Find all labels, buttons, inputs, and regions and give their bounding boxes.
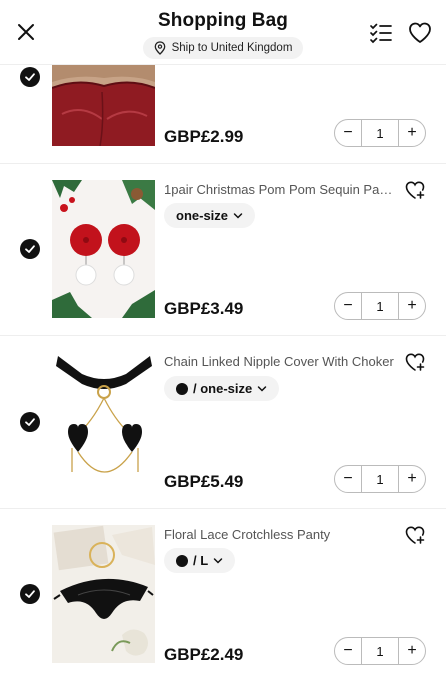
price: GBP£5.49 <box>164 472 244 491</box>
cart-item: 1pair Christmas Pom Pom Sequin Pasties o… <box>0 163 446 336</box>
decrease-quantity-button[interactable]: − <box>335 120 361 146</box>
cart-item: Chain Linked Nipple Cover With Choker / … <box>0 335 446 509</box>
add-to-wishlist-icon[interactable] <box>404 179 426 201</box>
increase-quantity-button[interactable]: + <box>399 466 425 492</box>
decrease-quantity-button[interactable]: − <box>335 466 361 492</box>
price: GBP£2.99 <box>164 127 244 146</box>
product-image[interactable] <box>52 525 155 663</box>
variant-label: / one-size <box>193 381 253 396</box>
checkmark-icon <box>25 245 35 253</box>
product-name[interactable]: Chain Linked Nipple Cover With Choker <box>164 354 396 369</box>
quantity-value[interactable]: 1 <box>361 638 399 664</box>
chevron-down-icon <box>233 212 243 219</box>
ship-to-selector[interactable]: Ship to United Kingdom <box>143 37 303 59</box>
increase-quantity-button[interactable]: + <box>399 120 425 146</box>
chevron-down-icon <box>258 385 267 392</box>
product-image[interactable] <box>52 352 155 490</box>
select-checkbox[interactable] <box>20 412 40 432</box>
chevron-down-icon <box>213 557 223 564</box>
quantity-stepper: − 1 + <box>334 465 426 493</box>
variant-selector[interactable]: / one-size <box>164 376 280 401</box>
cart-item: GBP£2.99 − 1 + <box>0 64 446 164</box>
cart-item: Floral Lace Crotchless Panty / L GBP£2.4… <box>0 508 446 680</box>
product-name[interactable]: Floral Lace Crotchless Panty <box>164 527 396 542</box>
increase-quantity-button[interactable]: + <box>399 638 425 664</box>
select-checkbox[interactable] <box>20 67 40 87</box>
location-pin-icon <box>154 41 165 55</box>
product-image[interactable] <box>52 64 155 146</box>
add-to-wishlist-icon[interactable] <box>404 351 426 373</box>
variant-selector[interactable]: / L <box>164 548 236 573</box>
product-name[interactable]: 1pair Christmas Pom Pom Sequin Pasties <box>164 182 396 197</box>
quantity-value[interactable]: 1 <box>361 466 399 492</box>
checkmark-icon <box>25 590 35 598</box>
select-checkbox[interactable] <box>20 584 40 604</box>
increase-quantity-button[interactable]: + <box>399 293 425 319</box>
wishlist-heart-icon[interactable] <box>407 20 433 46</box>
ship-to-label: Ship to United Kingdom <box>171 42 293 54</box>
variant-label: / L <box>193 553 209 568</box>
quantity-stepper: − 1 + <box>334 292 426 320</box>
variant-selector[interactable]: one-size <box>164 203 256 228</box>
price: GBP£2.49 <box>164 645 244 664</box>
add-to-wishlist-icon[interactable] <box>404 524 426 546</box>
product-image[interactable] <box>52 180 155 318</box>
decrease-quantity-button[interactable]: − <box>335 638 361 664</box>
color-swatch <box>176 554 188 567</box>
variant-label: one-size <box>176 208 229 223</box>
quantity-stepper: − 1 + <box>334 119 426 147</box>
checklist-icon[interactable] <box>368 20 394 46</box>
decrease-quantity-button[interactable]: − <box>335 293 361 319</box>
quantity-value[interactable]: 1 <box>361 293 399 319</box>
checkmark-icon <box>25 418 35 426</box>
quantity-stepper: − 1 + <box>334 637 426 665</box>
select-checkbox[interactable] <box>20 239 40 259</box>
checkmark-icon <box>25 73 35 81</box>
price: GBP£3.49 <box>164 299 244 318</box>
header: Shopping Bag Ship to United Kingdom <box>0 0 446 65</box>
quantity-value[interactable]: 1 <box>361 120 399 146</box>
color-swatch <box>176 382 188 395</box>
